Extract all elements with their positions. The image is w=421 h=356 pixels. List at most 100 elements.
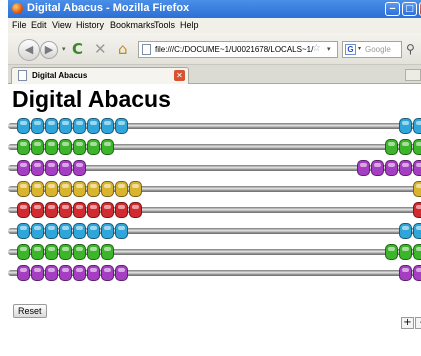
abacus-bead[interactable] (59, 181, 72, 197)
abacus-bead[interactable] (385, 160, 398, 176)
abacus-bead[interactable] (385, 244, 398, 260)
abacus-bead[interactable] (31, 139, 44, 155)
abacus-bead[interactable] (101, 181, 114, 197)
abacus-bead[interactable] (45, 244, 58, 260)
abacus-bead[interactable] (31, 118, 44, 134)
url-dropdown-icon[interactable]: ▾ (327, 45, 331, 53)
abacus-bead[interactable] (413, 223, 421, 239)
menu-history[interactable]: History (76, 20, 104, 30)
abacus-bead[interactable] (73, 160, 86, 176)
abacus-bead[interactable] (413, 202, 421, 218)
abacus-bead[interactable] (115, 202, 128, 218)
history-dropdown-icon[interactable]: ▾ (62, 45, 66, 53)
abacus-bead[interactable] (73, 181, 86, 197)
abacus-bead[interactable] (87, 118, 100, 134)
abacus-bead[interactable] (17, 160, 30, 176)
minimize-button[interactable]: ‒ (385, 2, 400, 16)
abacus-bead[interactable] (101, 223, 114, 239)
bookmark-star-icon[interactable]: ☆ (312, 43, 321, 54)
abacus-bead[interactable] (17, 118, 30, 134)
abacus-bead[interactable] (87, 244, 100, 260)
abacus-bead[interactable] (17, 265, 30, 281)
abacus-bead[interactable] (413, 181, 421, 197)
stop-button[interactable]: ✕ (94, 41, 107, 57)
abacus-bead[interactable] (101, 265, 114, 281)
abacus-bead[interactable] (73, 223, 86, 239)
menu-help[interactable]: Help (180, 20, 199, 30)
search-placeholder[interactable]: Google (365, 45, 391, 54)
menu-edit[interactable]: Edit (31, 20, 47, 30)
abacus-bead[interactable] (115, 223, 128, 239)
back-button[interactable]: ◀ (18, 39, 40, 61)
abacus-bead[interactable] (31, 181, 44, 197)
menu-bookmarks[interactable]: Bookmarks (110, 20, 155, 30)
abacus-bead[interactable] (399, 244, 412, 260)
maximize-button[interactable]: □ (402, 2, 417, 16)
abacus-bead[interactable] (399, 118, 412, 134)
abacus-bead[interactable] (45, 118, 58, 134)
google-icon[interactable]: G (345, 44, 356, 55)
abacus-bead[interactable] (45, 139, 58, 155)
abacus-bead[interactable] (413, 118, 421, 134)
abacus-bead[interactable] (45, 160, 58, 176)
abacus-bead[interactable] (31, 244, 44, 260)
abacus-bead[interactable] (413, 160, 421, 176)
abacus-bead[interactable] (73, 139, 86, 155)
abacus-bead[interactable] (87, 139, 100, 155)
menu-view[interactable]: View (52, 20, 71, 30)
tab-digital-abacus[interactable]: Digital Abacus ✕ (11, 67, 189, 84)
abacus-bead[interactable] (101, 139, 114, 155)
abacus-bead[interactable] (31, 202, 44, 218)
zoom-in-button[interactable]: + (401, 317, 414, 329)
abacus-bead[interactable] (17, 244, 30, 260)
abacus-bead[interactable] (87, 202, 100, 218)
abacus-bead[interactable] (73, 244, 86, 260)
abacus-bead[interactable] (115, 265, 128, 281)
search-box[interactable]: G ▾ Google (342, 41, 402, 58)
abacus-bead[interactable] (17, 223, 30, 239)
abacus-bead[interactable] (129, 181, 142, 197)
url-text[interactable]: file:///C:/DOCUME~1/U0021678/LOCALS~1/ (155, 45, 313, 54)
abacus-bead[interactable] (87, 223, 100, 239)
abacus-bead[interactable] (413, 139, 421, 155)
abacus-bead[interactable] (59, 118, 72, 134)
abacus-bead[interactable] (17, 202, 30, 218)
abacus-bead[interactable] (59, 244, 72, 260)
abacus-bead[interactable] (45, 223, 58, 239)
tab-scroll-button[interactable] (405, 69, 421, 81)
abacus-bead[interactable] (59, 223, 72, 239)
abacus-bead[interactable] (399, 139, 412, 155)
abacus-bead[interactable] (17, 139, 30, 155)
abacus-bead[interactable] (101, 202, 114, 218)
abacus-bead[interactable] (73, 202, 86, 218)
abacus-bead[interactable] (357, 160, 370, 176)
abacus-bead[interactable] (115, 181, 128, 197)
zoom-out-button[interactable]: - (415, 317, 421, 329)
abacus-bead[interactable] (31, 265, 44, 281)
abacus-bead[interactable] (87, 181, 100, 197)
abacus-bead[interactable] (59, 265, 72, 281)
abacus-bead[interactable] (45, 202, 58, 218)
abacus-bead[interactable] (59, 139, 72, 155)
abacus-bead[interactable] (59, 202, 72, 218)
abacus-bead[interactable] (115, 118, 128, 134)
abacus-bead[interactable] (73, 265, 86, 281)
reset-button[interactable]: Reset (13, 304, 47, 318)
abacus-bead[interactable] (413, 265, 421, 281)
abacus-bead[interactable] (31, 223, 44, 239)
abacus-bead[interactable] (45, 265, 58, 281)
abacus-bead[interactable] (45, 181, 58, 197)
abacus-bead[interactable] (129, 202, 142, 218)
abacus-bead[interactable] (399, 160, 412, 176)
abacus-bead[interactable] (87, 265, 100, 281)
search-engine-dropdown-icon[interactable]: ▾ (358, 45, 361, 52)
abacus-bead[interactable] (371, 160, 384, 176)
menu-tools[interactable]: Tools (154, 20, 175, 30)
search-icon[interactable]: ⚲ (406, 42, 415, 56)
abacus-bead[interactable] (101, 118, 114, 134)
abacus-bead[interactable] (413, 244, 421, 260)
menu-file[interactable]: File (12, 20, 27, 30)
address-bar[interactable]: file:///C:/DOCUME~1/U0021678/LOCALS~1/ ☆… (138, 41, 338, 58)
abacus-bead[interactable] (17, 181, 30, 197)
abacus-bead[interactable] (385, 139, 398, 155)
